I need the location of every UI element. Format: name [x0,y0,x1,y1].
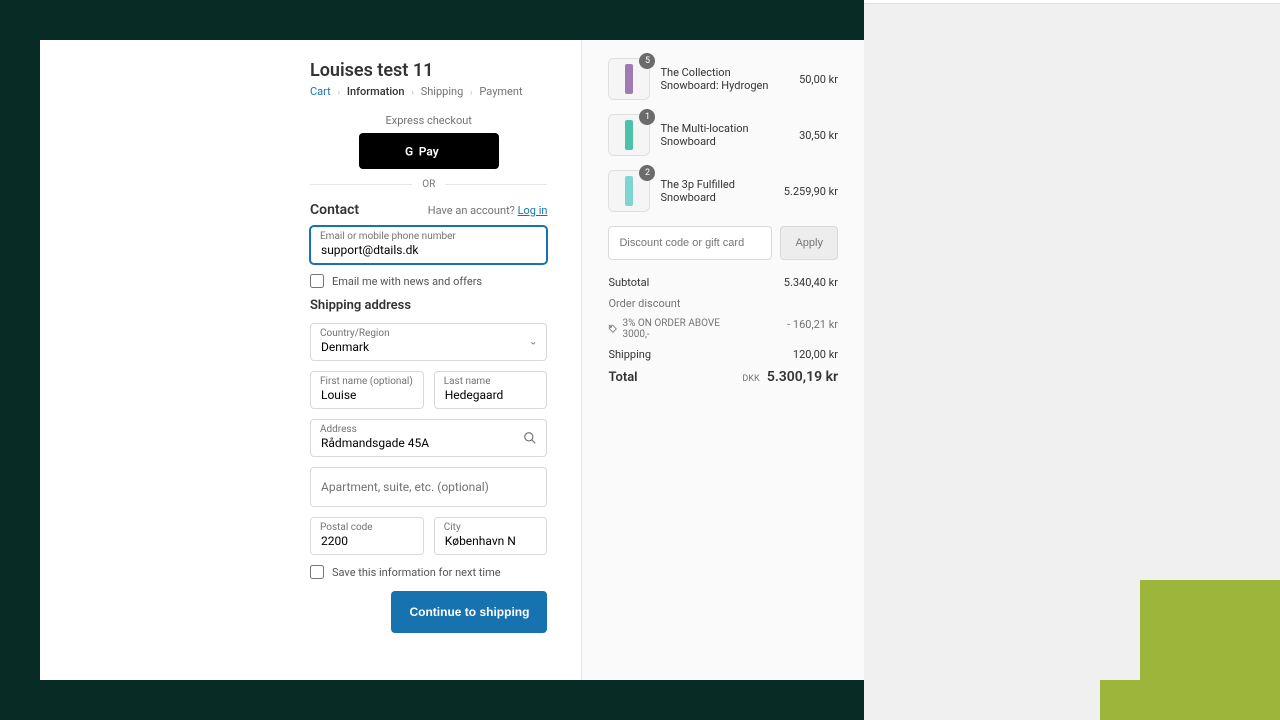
main-panel: Louises test 11 Cart › Information › Shi… [40,40,582,680]
continue-button[interactable]: Continue to shipping [391,591,547,633]
item-thumb: 1 [608,114,650,156]
total-value: 5.300,19 kr [767,369,838,385]
city-label: City [444,522,461,533]
news-optin-label: Email me with news and offers [332,275,482,288]
crumb-cart[interactable]: Cart [310,85,331,98]
subtotal-label: Subtotal [608,276,649,289]
shipping-cost-label: Shipping [608,348,651,361]
item-thumb: 2 [608,170,650,212]
chevron-right-icon: › [470,88,473,98]
save-info-label: Save this information for next time [332,566,501,579]
country-field-wrap: Country/Region ⌄ [310,323,547,361]
qty-badge: 2 [639,165,655,181]
news-optin-row[interactable]: Email me with news and offers [310,274,547,288]
express-checkout-label: Express checkout [310,114,547,127]
save-info-checkbox[interactable] [310,565,324,579]
svg-text:Pay: Pay [418,144,438,158]
item-thumb: 5 [608,58,650,100]
discount-input[interactable] [608,226,772,260]
country-label: Country/Region [320,328,390,339]
subtotal-value: 5.340,40 kr [784,276,838,289]
order-summary-panel: 5 The Collection Snowboard: Hydrogen 50,… [582,40,864,680]
svg-text:G: G [405,144,413,158]
item-price: 30,50 kr [799,129,838,142]
last-name-label: Last name [444,376,491,387]
cart-item: 2 The 3p Fulfilled Snowboard 5.259,90 kr [608,170,838,212]
discount-value: - 160,21 kr [787,318,838,340]
shipping-heading: Shipping address [310,298,547,313]
contact-heading: Contact [310,202,359,218]
have-account-text: Have an account? Log in [428,204,548,217]
item-name: The 3p Fulfilled Snowboard [660,178,773,204]
currency-code: DKK [742,374,759,384]
qty-badge: 5 [639,53,655,69]
checkout-window: Louises test 11 Cart › Information › Shi… [40,40,864,680]
cart-item: 5 The Collection Snowboard: Hydrogen 50,… [608,58,838,100]
save-info-row[interactable]: Save this information for next time [310,565,547,579]
tag-icon [608,324,618,334]
item-price: 5.259,90 kr [784,185,838,198]
crumb-information: Information [347,85,405,98]
zip-label: Postal code [320,522,373,533]
item-name: The Multi-location Snowboard [660,122,789,148]
email-field-wrap: Email or mobile phone number [310,226,547,264]
divider-or: OR [310,179,547,190]
news-optin-checkbox[interactable] [310,274,324,288]
gpay-icon: G Pay [405,142,453,160]
first-name-label: First name (optional) [320,376,413,387]
breadcrumb: Cart › Information › Shipping › Payment [310,85,547,98]
discount-tag: 3% ON ORDER ABOVE 3000,- [608,318,722,340]
chevron-right-icon: › [411,88,414,98]
qty-badge: 1 [639,109,655,125]
or-text: OR [412,179,445,190]
chevron-right-icon: › [337,88,340,98]
address-label: Address [320,424,357,435]
orderdiscount-label: Order discount [608,297,680,310]
login-link[interactable]: Log in [518,204,548,217]
cart-item: 1 The Multi-location Snowboard 30,50 kr [608,114,838,156]
total-label: Total [608,370,637,385]
search-icon [523,431,537,445]
apartment-field[interactable] [310,467,547,507]
store-title: Louises test 11 [310,60,547,81]
item-price: 50,00 kr [799,73,838,86]
item-name: The Collection Snowboard: Hydrogen [660,66,789,92]
email-label: Email or mobile phone number [320,231,456,242]
shipping-cost-value: 120,00 kr [793,348,838,361]
crumb-payment: Payment [479,85,522,98]
apply-button[interactable]: Apply [780,226,838,260]
gpay-button[interactable]: G Pay [359,133,499,169]
crumb-shipping: Shipping [421,85,464,98]
